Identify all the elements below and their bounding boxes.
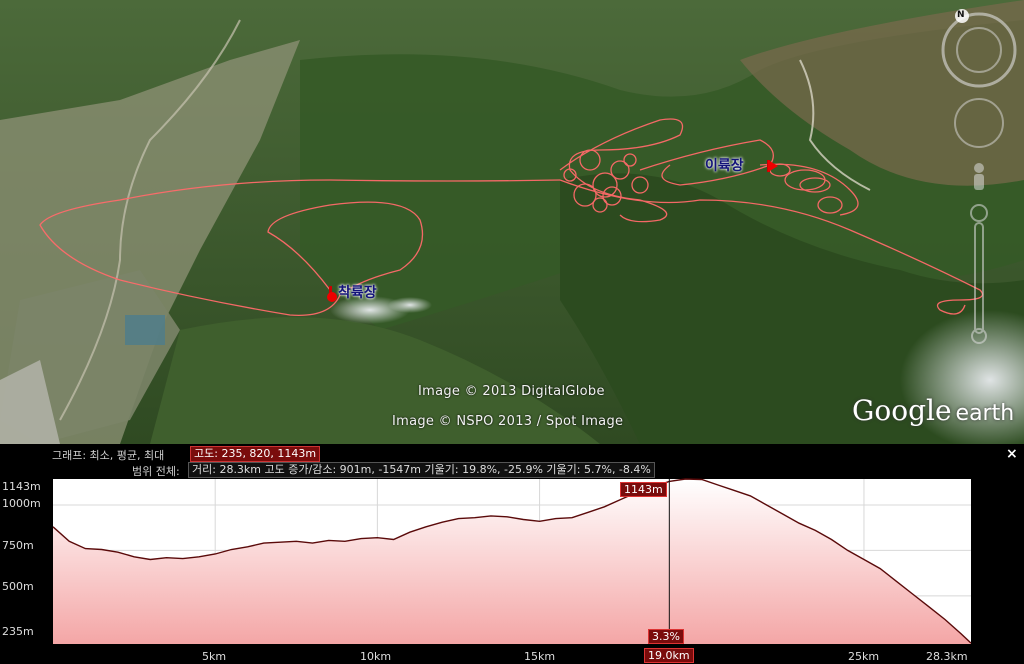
y-tick-label: 750m bbox=[2, 539, 34, 552]
cursor-distance-tag: 19.0km bbox=[644, 648, 694, 663]
elevation-chart[interactable] bbox=[0, 444, 1024, 664]
cursor-slope-tag: 3.3% bbox=[648, 629, 684, 644]
zoom-slider-icon bbox=[970, 204, 988, 344]
compass-north-label: N bbox=[957, 10, 965, 20]
imagery-credit-spot: Image © NSPO 2013 / Spot Image bbox=[392, 414, 624, 429]
cursor-altitude-tag: 1143m bbox=[620, 482, 667, 497]
x-tick-label: 25km bbox=[848, 650, 880, 663]
x-tick-label: 5km bbox=[202, 650, 227, 663]
x-tick-label: 28.3km bbox=[926, 650, 968, 663]
navigation-controls[interactable] bbox=[940, 8, 1020, 348]
landing-placemark-label[interactable]: 착륙장 bbox=[338, 282, 377, 302]
x-tick-label: 10km bbox=[360, 650, 392, 663]
compass-ring-icon bbox=[941, 9, 1017, 88]
y-tick-label: 235m bbox=[2, 625, 34, 638]
google-earth-logo: Google earth bbox=[852, 394, 1014, 427]
terrain-imagery bbox=[0, 0, 1024, 444]
y-tick-label: 500m bbox=[2, 580, 34, 593]
y-tick-label: 1000m bbox=[2, 497, 41, 510]
x-tick-label: 15km bbox=[524, 650, 556, 663]
look-joystick-icon bbox=[954, 98, 1004, 148]
street-view-pegman-icon bbox=[974, 163, 984, 190]
y-tick-label: 1143m bbox=[2, 480, 41, 493]
satellite-map[interactable]: 착륙장 이륙장 Image © 2013 DigitalGlobe Image … bbox=[0, 0, 1024, 444]
takeoff-placemark-label[interactable]: 이륙장 bbox=[705, 155, 744, 175]
imagery-credit-digitalglobe: Image © 2013 DigitalGlobe bbox=[418, 384, 605, 399]
logo-earth-text: earth bbox=[955, 401, 1015, 426]
logo-google-text: Google bbox=[852, 394, 952, 427]
